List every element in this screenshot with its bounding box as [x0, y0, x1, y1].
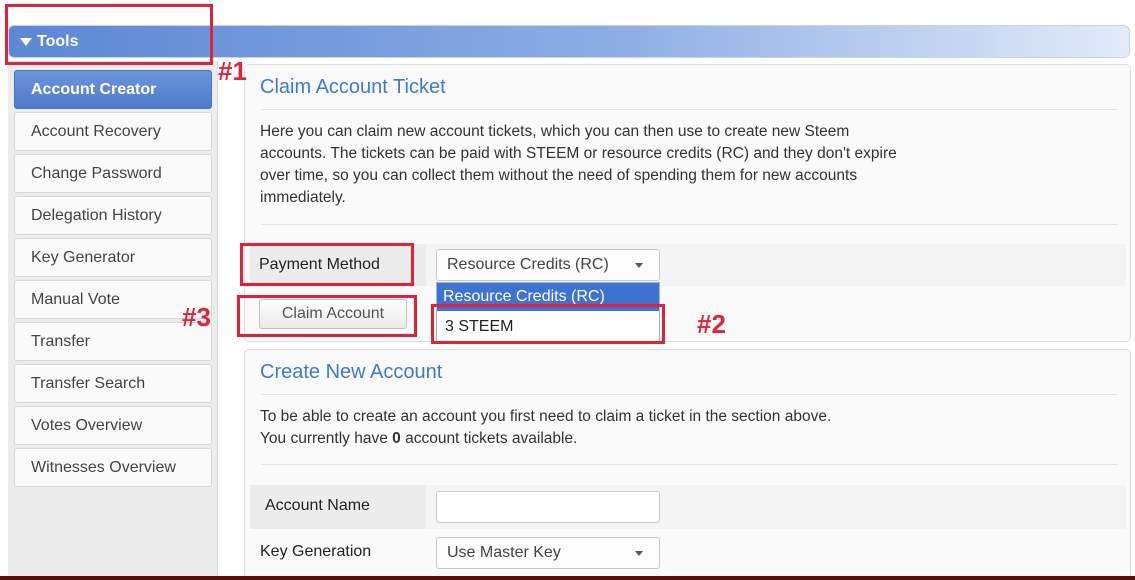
claim-description: Here you can claim new account tickets, …: [260, 121, 897, 209]
create-description: To be able to create an account you firs…: [260, 406, 831, 450]
sidebar-item-label: Account Recovery: [31, 122, 161, 140]
claim-description-line: over time, so you can collect them witho…: [260, 167, 858, 184]
annotation-label-1: #1: [218, 56, 247, 86]
sidebar-item-account-recovery[interactable]: Account Recovery: [14, 112, 212, 151]
ticket-count-suffix: account tickets available.: [405, 430, 578, 447]
sidebar-item-transfer-search[interactable]: Transfer Search: [14, 364, 212, 403]
sidebar-item-key-generator[interactable]: Key Generator: [14, 238, 212, 277]
tools-section-header[interactable]: Tools: [8, 25, 1130, 58]
bottom-edge: [0, 576, 1135, 580]
divider: [261, 224, 1117, 225]
dropdown-arrow-icon: [635, 551, 643, 556]
payment-method-label: Payment Method: [259, 256, 380, 273]
sidebar-item-label: Delegation History: [31, 206, 162, 224]
create-panel-title: Create New Account: [260, 361, 443, 383]
divider: [261, 464, 1117, 465]
payment-method-selected: Resource Credits (RC): [447, 256, 609, 273]
create-description-line: To be able to create an account you firs…: [260, 408, 832, 425]
annotation-label-3: #3: [182, 302, 211, 332]
sidebar-item-account-creator[interactable]: Account Creator: [14, 70, 212, 109]
option-3-steem[interactable]: 3 STEEM: [437, 311, 659, 343]
annotation-label-2: #2: [697, 309, 726, 339]
key-generation-select[interactable]: Use Master Key: [436, 537, 660, 569]
claim-panel-title: Claim Account Ticket: [260, 76, 446, 98]
sidebar-item-label: Votes Overview: [31, 416, 143, 434]
sidebar-item-label: Account Creator: [31, 80, 157, 98]
sidebar-item-change-password[interactable]: Change Password: [14, 154, 212, 193]
caret-down-icon: [20, 37, 32, 46]
divider: [261, 394, 1117, 395]
payment-method-dropdown: Resource Credits (RC) 3 STEEM: [436, 282, 660, 344]
ticket-count-prefix: You currently have: [260, 430, 388, 447]
payment-method-select[interactable]: Resource Credits (RC): [436, 249, 660, 281]
sidebar-item-label: Key Generator: [31, 248, 136, 266]
claim-description-line: accounts. The tickets can be paid with S…: [260, 145, 897, 162]
account-name-label: Account Name: [265, 497, 370, 514]
ticket-count-line: You currently have 0 account tickets ava…: [260, 428, 831, 450]
key-generation-label: Key Generation: [260, 543, 372, 560]
claim-description-line: Here you can claim new account tickets, …: [260, 123, 850, 140]
sidebar-item-delegation-history[interactable]: Delegation History: [14, 196, 212, 235]
divider: [261, 109, 1117, 110]
sidebar-item-votes-overview[interactable]: Votes Overview: [14, 406, 212, 445]
sidebar-item-witnesses-overview[interactable]: Witnesses Overview: [14, 448, 212, 487]
sidebar-item-label: Transfer Search: [31, 374, 146, 392]
claim-account-button[interactable]: Claim Account: [259, 299, 407, 329]
dropdown-arrow-icon: [635, 263, 643, 268]
option-resource-credits[interactable]: Resource Credits (RC): [437, 283, 659, 311]
sidebar-item-label: Witnesses Overview: [31, 458, 176, 476]
claim-description-line: immediately.: [260, 189, 346, 206]
account-name-row: Account Name: [250, 485, 1126, 529]
create-account-panel: Create New Account To be able to create …: [244, 349, 1131, 580]
sidebar-item-label: Manual Vote: [31, 290, 120, 308]
sidebar-item-label: Transfer: [31, 332, 90, 350]
tools-title: Tools: [37, 32, 79, 50]
ticket-count: 0: [392, 430, 401, 447]
account-name-input[interactable]: [436, 491, 660, 523]
sidebar-item-label: Change Password: [31, 164, 162, 182]
payment-method-row: [250, 244, 1126, 286]
key-generation-selected: Use Master Key: [447, 544, 561, 561]
